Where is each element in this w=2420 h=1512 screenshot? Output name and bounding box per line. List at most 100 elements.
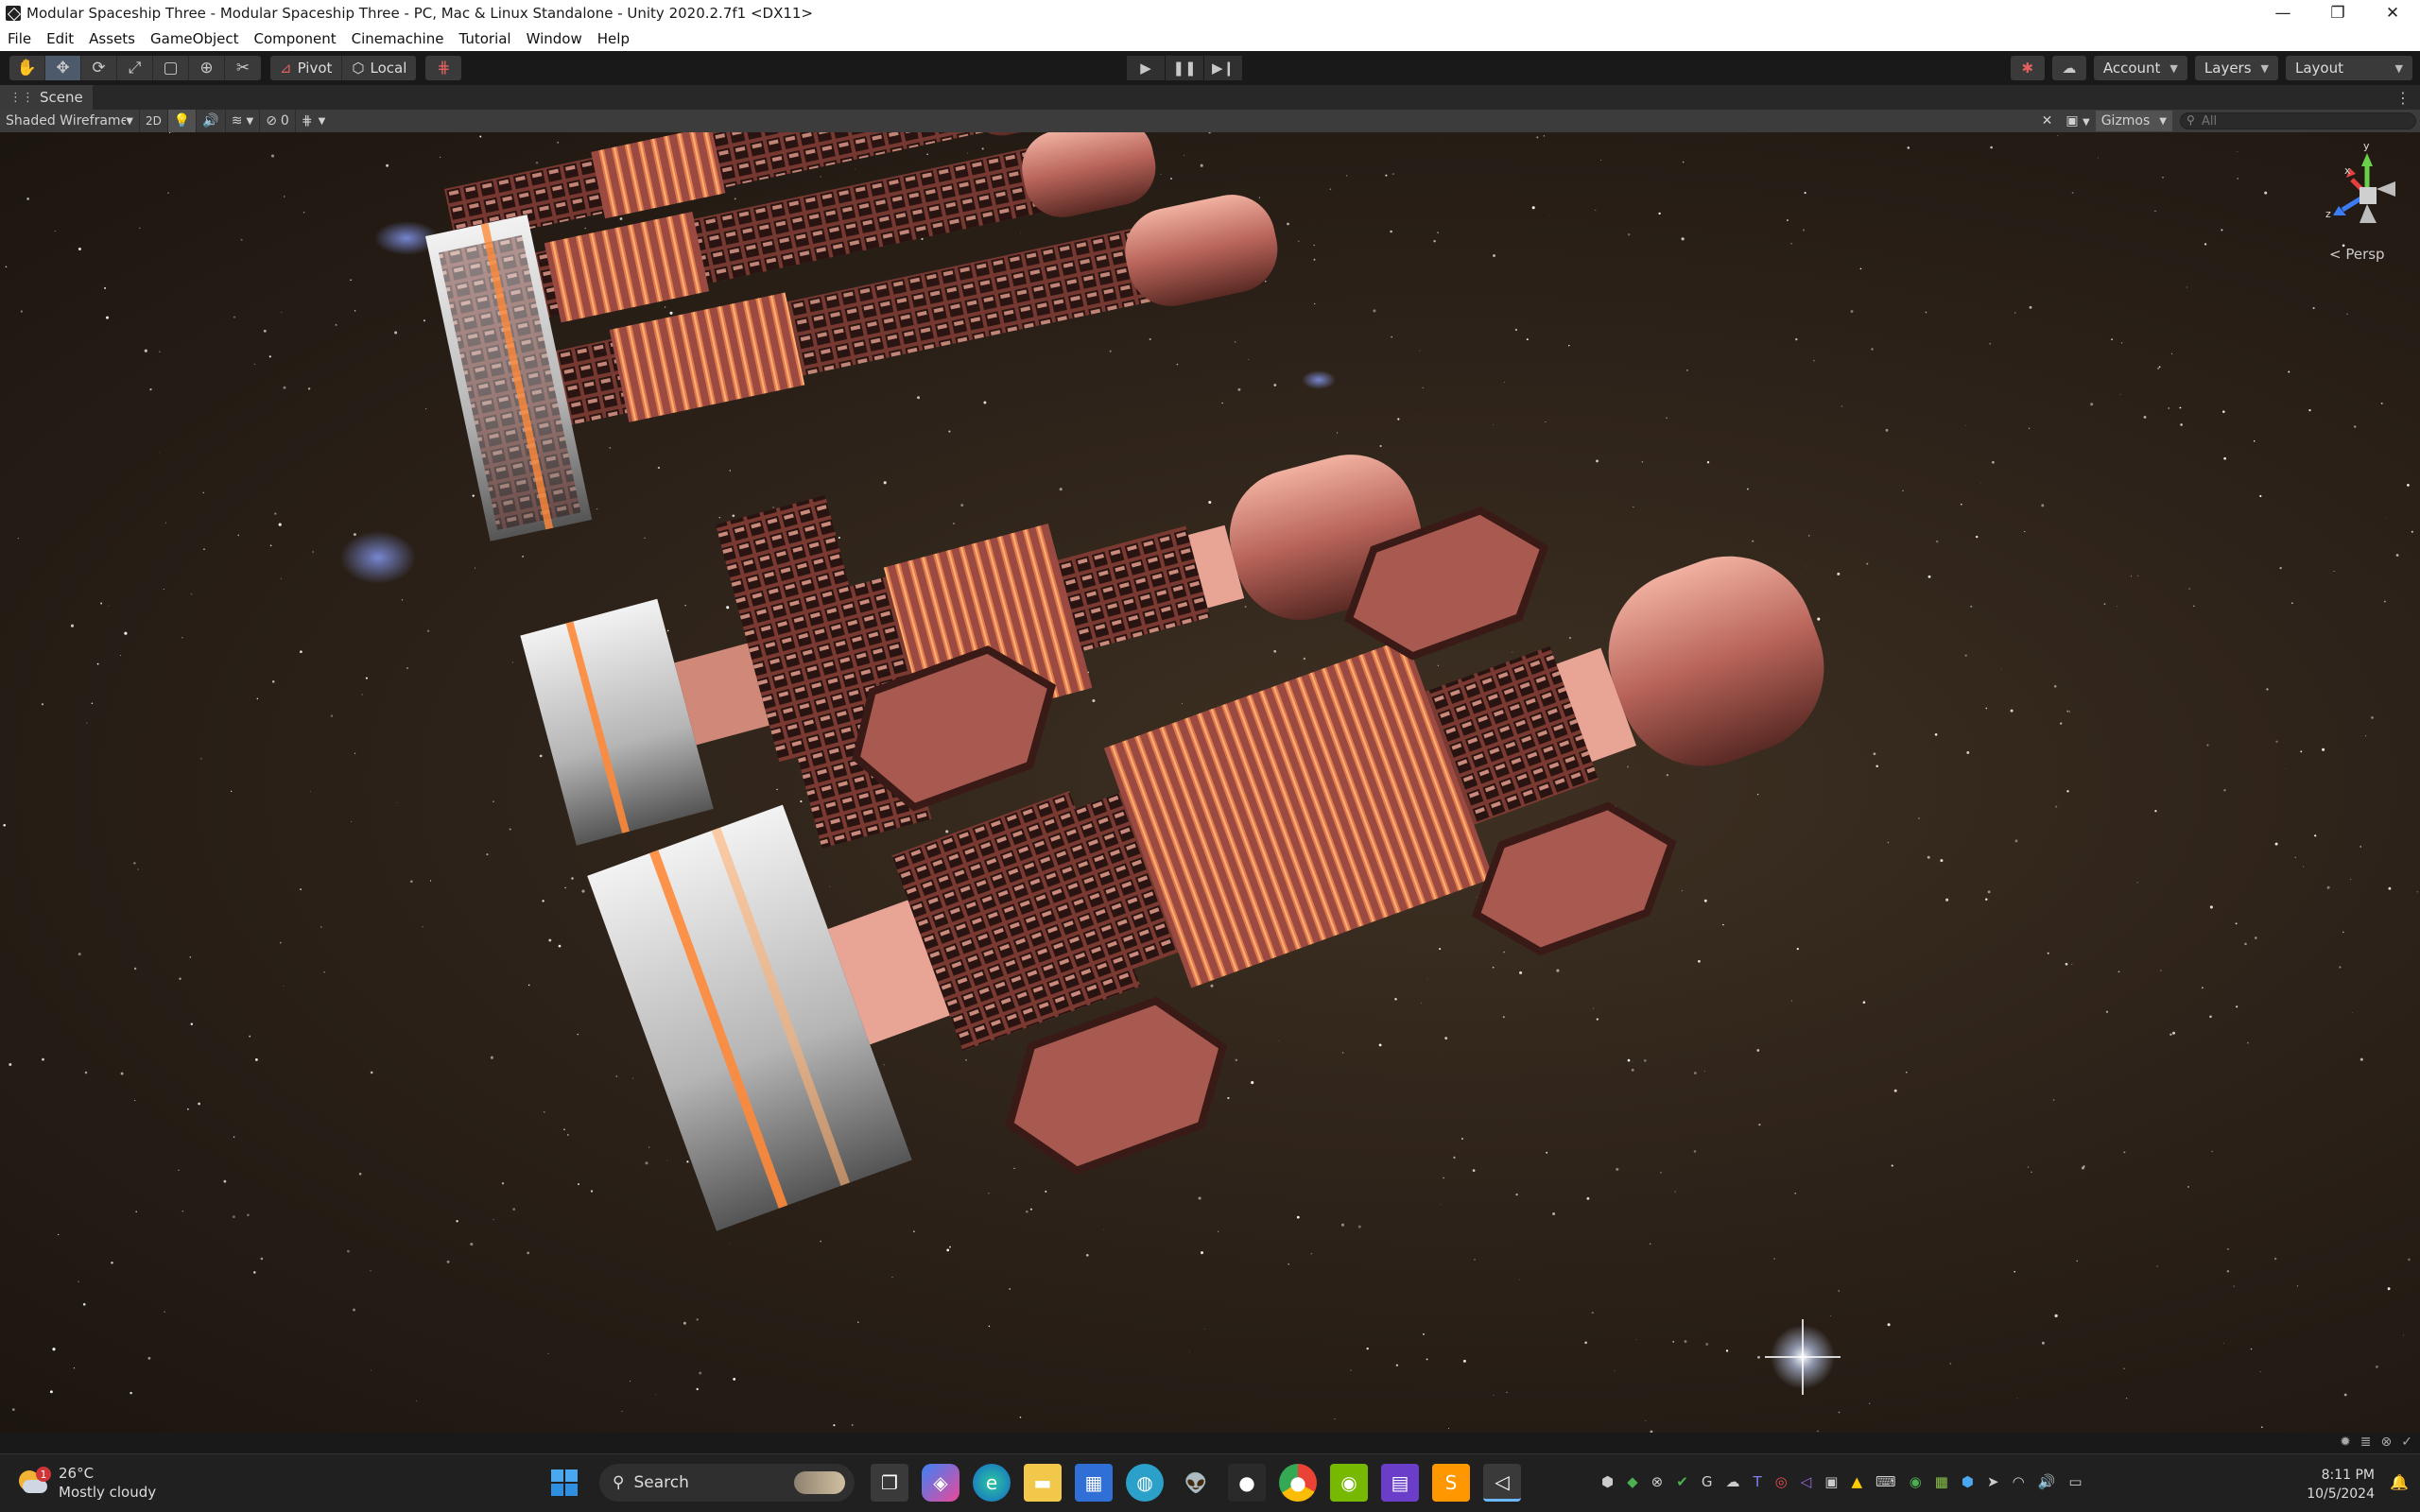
scene-viewport[interactable]: y x z < Persp [0, 132, 2420, 1433]
transform-tool-icon[interactable]: ⊕ [189, 56, 225, 80]
tray-teams-icon[interactable]: T [1753, 1473, 1761, 1490]
star [1813, 360, 1815, 362]
minimize-button[interactable]: — [2256, 0, 2310, 26]
volume-icon[interactable]: 🔊 [2038, 1473, 2056, 1490]
menu-gameobject[interactable]: GameObject [143, 30, 247, 47]
lighting-toggle-icon[interactable]: 💡 [167, 110, 198, 132]
star [2221, 229, 2223, 232]
hidden-objects-icon[interactable]: ⊘ 0 [260, 110, 296, 132]
gizmos-dropdown[interactable]: Gizmos ▼ [2095, 111, 2172, 131]
nvidia-icon[interactable]: ◉ [1330, 1464, 1368, 1502]
unity-taskbar-icon[interactable]: ◁ [1483, 1464, 1521, 1502]
chrome-icon[interactable]: ● [1279, 1464, 1317, 1502]
step-button[interactable]: ▶❙ [1204, 56, 1242, 80]
menu-help[interactable]: Help [590, 30, 637, 47]
star [1059, 488, 1063, 491]
menu-component[interactable]: Component [247, 30, 344, 47]
pivot-button[interactable]: ⊿ Pivot [270, 56, 343, 80]
effects-toggle-icon[interactable]: ≋ ▼ [226, 110, 261, 132]
battery-icon[interactable]: ▭ [2068, 1473, 2082, 1490]
store-icon[interactable]: ▦ [1075, 1464, 1113, 1502]
tools-icon[interactable]: ✕ [2034, 113, 2061, 129]
notification-bell-icon[interactable]: 🔔 [2390, 1473, 2409, 1491]
star [108, 605, 110, 607]
tray-cloud-icon[interactable]: ☁ [1725, 1473, 1739, 1490]
pause-button[interactable]: ❚❚ [1166, 56, 1203, 80]
star [1674, 1191, 1677, 1193]
star [718, 517, 720, 519]
alien-app-icon[interactable]: 👽 [1177, 1464, 1215, 1502]
taskbar-search[interactable]: ⚲ Search [599, 1464, 855, 1502]
tray-app-icon[interactable]: ▲ [1851, 1473, 1862, 1490]
rect-tool-icon[interactable]: ▢ [153, 56, 189, 80]
star [584, 227, 586, 230]
star [2157, 367, 2160, 369]
sublime-icon[interactable]: S [1432, 1464, 1470, 1502]
custom-tool-icon[interactable]: ✂ [225, 56, 261, 80]
account-dropdown[interactable]: Account ▼ [2093, 56, 2187, 80]
more-options-icon[interactable]: ⋮ [2395, 89, 2411, 107]
task-view-icon[interactable]: ❐ [871, 1464, 908, 1502]
tray-send-icon[interactable]: ➤ [1987, 1473, 1999, 1490]
scene-search-input[interactable] [2180, 112, 2416, 129]
menu-cinemachine[interactable]: Cinemachine [344, 30, 452, 47]
close-button[interactable]: ✕ [2365, 0, 2420, 26]
shading-mode-dropdown[interactable]: Shaded Wireframe ▼ [0, 110, 140, 132]
copilot-icon[interactable]: ◈ [922, 1464, 959, 1502]
maximize-button[interactable]: ❐ [2310, 0, 2365, 26]
tray-shield-icon[interactable]: ⬢ [1601, 1473, 1614, 1490]
menu-window[interactable]: Window [519, 30, 590, 47]
projection-label[interactable]: < Persp [2329, 246, 2385, 263]
star [84, 1071, 88, 1074]
cloud-icon[interactable]: ☁ [2051, 56, 2086, 80]
tray-g-icon[interactable]: G [1702, 1473, 1713, 1490]
audio-toggle-icon[interactable]: 🔊 [197, 110, 226, 132]
star [198, 1102, 200, 1106]
star [1439, 948, 1442, 951]
weather-widget[interactable]: 1 26°C Mostly cloudy [17, 1464, 156, 1502]
tray-app-icon[interactable]: ▣ [1824, 1473, 1838, 1490]
tray-vs-icon[interactable]: ◁ [1801, 1473, 1812, 1490]
layout-dropdown[interactable]: Layout ▼ [2286, 56, 2412, 80]
scene-grid-icon[interactable]: ⋕ ▼ [296, 110, 331, 132]
tray-app-icon[interactable]: ⬢ [1962, 1473, 1974, 1490]
tab-scene[interactable]: ⋮⋮ Scene [0, 85, 93, 110]
tray-app-icon[interactable]: ◉ [1910, 1473, 1922, 1490]
video-editor-icon[interactable]: ▤ [1381, 1464, 1419, 1502]
grid-snap-icon[interactable]: ⋕ [425, 56, 461, 80]
toggle-2d-button[interactable]: 2D [140, 110, 168, 132]
scale-tool-icon[interactable]: ⤢ [117, 56, 153, 80]
menu-tutorial[interactable]: Tutorial [451, 30, 518, 47]
local-button[interactable]: ⬡ Local [342, 56, 416, 80]
hand-tool-icon[interactable]: ✋ [9, 56, 45, 80]
menu-file[interactable]: File [0, 30, 39, 47]
layers-dropdown[interactable]: Layers ▼ [2194, 56, 2278, 80]
menu-edit[interactable]: Edit [39, 30, 81, 47]
tray-app-icon[interactable]: ◆ [1627, 1473, 1638, 1490]
tray-app-icon[interactable]: ⌨ [1876, 1473, 1896, 1490]
collab-icon[interactable]: ✱ [2010, 56, 2045, 80]
star [1170, 178, 1172, 180]
wifi-icon[interactable]: ◠ [2013, 1473, 2025, 1490]
orientation-gizmo[interactable]: y x z < Persp [2324, 140, 2409, 263]
clock[interactable]: 8:11 PM 10/5/2024 [2307, 1466, 2375, 1503]
file-explorer-icon[interactable]: ▬ [1024, 1464, 1062, 1502]
tray-xbox-icon[interactable]: ⊗ [1651, 1473, 1664, 1490]
app-dark-icon[interactable]: ● [1228, 1464, 1266, 1502]
windows-start-icon[interactable] [545, 1464, 583, 1502]
globe-app-icon[interactable]: ◍ [1126, 1464, 1164, 1502]
menu-assets[interactable]: Assets [81, 30, 143, 47]
edge-browser-icon[interactable]: e [973, 1464, 1011, 1502]
camera-icon[interactable]: ▣ ▼ [2060, 113, 2095, 129]
tray-app-icon[interactable]: ◎ [1775, 1473, 1788, 1490]
cache-icon[interactable]: ⊗ [2381, 1435, 2393, 1450]
play-button[interactable]: ▶ [1127, 56, 1165, 80]
progress-icon[interactable]: ✹ [2340, 1435, 2351, 1450]
move-tool-icon[interactable]: ✥ [45, 56, 81, 80]
star [190, 593, 193, 595]
layers-icon[interactable]: ≣ [2360, 1435, 2372, 1450]
tray-app-icon[interactable]: ▦ [1935, 1473, 1948, 1490]
tray-app-icon[interactable]: ✔ [1676, 1473, 1688, 1490]
check-icon[interactable]: ✓ [2401, 1435, 2412, 1450]
rotate-tool-icon[interactable]: ⟳ [81, 56, 117, 80]
